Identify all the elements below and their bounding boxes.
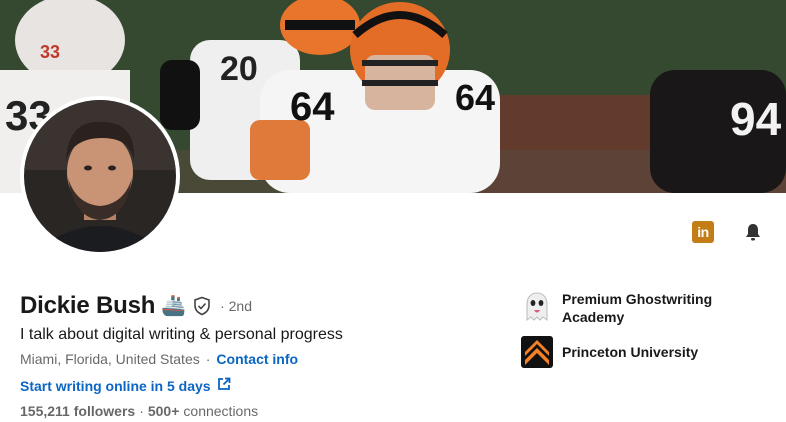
- svg-text:94: 94: [730, 93, 782, 145]
- separator-dot: ·: [205, 351, 211, 367]
- company-name: Premium Ghostwriting Academy: [562, 291, 713, 325]
- experience-education-list: Premium Ghostwriting Academy Princeton U…: [521, 290, 761, 378]
- linkedin-premium-icon[interactable]: in: [692, 221, 714, 243]
- profile-name: Dickie Bush: [20, 292, 156, 319]
- custom-link[interactable]: Start writing online in 5 days: [20, 377, 231, 394]
- external-link-icon: [217, 377, 231, 394]
- followers-count[interactable]: 155,211 followers: [20, 403, 135, 419]
- profile-stats: 155,211 followers · 500+ connections: [20, 403, 258, 419]
- connections-label: connections: [183, 403, 259, 419]
- svg-text:64: 64: [290, 85, 335, 129]
- svg-text:33: 33: [40, 42, 60, 62]
- profile-avatar[interactable]: [20, 96, 180, 256]
- company-item[interactable]: Premium Ghostwriting Academy: [521, 290, 761, 326]
- company-item[interactable]: Princeton University: [521, 336, 761, 368]
- connection-degree: · 2nd: [220, 298, 253, 314]
- name-row: Dickie Bush 🚢 · 2nd: [20, 292, 252, 320]
- ghost-emoji-logo: [521, 290, 553, 322]
- ship-emoji-icon: 🚢: [161, 295, 187, 317]
- avatar-photo: [24, 100, 176, 252]
- company-name: Princeton University: [562, 344, 699, 360]
- verified-shield-icon[interactable]: [192, 295, 214, 317]
- contact-info-link[interactable]: Contact info: [216, 351, 298, 367]
- custom-link-label[interactable]: Start writing online in 5 days: [20, 378, 211, 394]
- profile-location: Miami, Florida, United States: [20, 351, 200, 367]
- location-row: Miami, Florida, United States · Contact …: [20, 351, 298, 367]
- profile-headline: I talk about digital writing & personal …: [20, 326, 343, 343]
- separator-dot: ·: [139, 403, 144, 419]
- princeton-chevron-logo: [521, 336, 553, 368]
- connections-count[interactable]: 500+: [148, 403, 180, 419]
- profile-actions: in: [692, 221, 764, 243]
- bell-icon[interactable]: [742, 221, 764, 243]
- svg-text:20: 20: [220, 50, 258, 88]
- svg-text:64: 64: [455, 77, 495, 118]
